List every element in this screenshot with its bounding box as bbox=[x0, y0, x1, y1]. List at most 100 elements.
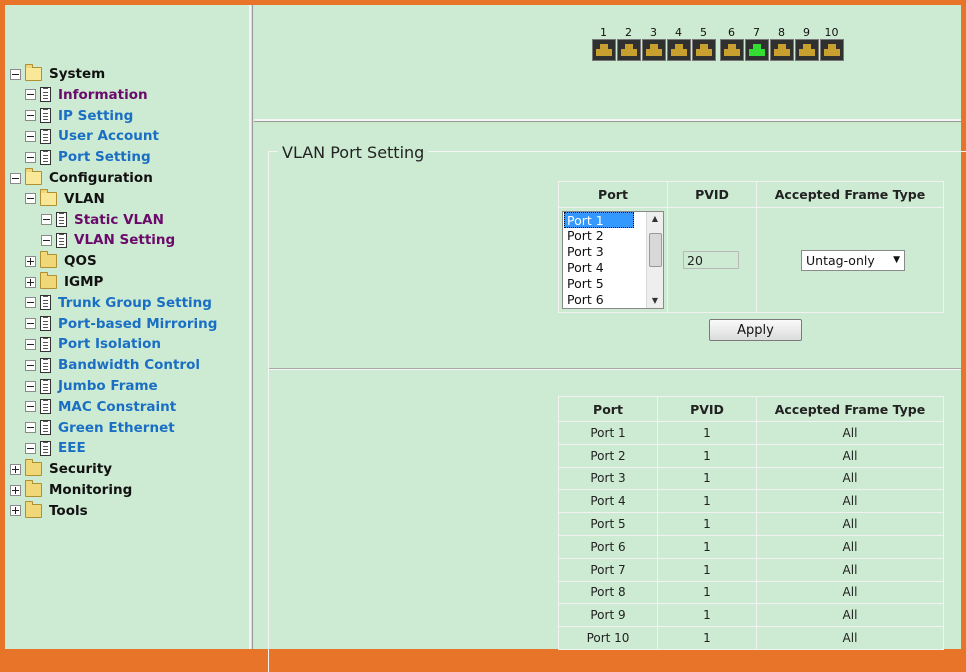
collapse-icon[interactable] bbox=[41, 214, 52, 226]
tree-item-label: Green Ethernet bbox=[58, 419, 175, 436]
cell-pvid: 1 bbox=[657, 512, 757, 536]
collapse-icon[interactable] bbox=[25, 318, 36, 330]
port-6-status: 6 bbox=[719, 26, 744, 61]
tree-item-configuration[interactable]: Configuration bbox=[10, 168, 153, 188]
port-listbox[interactable]: Port 1 Port 2 Port 3 Port 4 Port 5 Port 6 ▲ ▼ bbox=[562, 211, 664, 309]
port-5-status: 5 bbox=[691, 26, 716, 61]
expand-icon[interactable] bbox=[25, 255, 36, 267]
tree-item-monitoring[interactable]: Monitoring bbox=[10, 480, 132, 500]
page-icon bbox=[40, 295, 51, 311]
collapse-icon[interactable] bbox=[25, 401, 36, 413]
tree-item-label: EEE bbox=[58, 440, 86, 457]
port-3-status: 3 bbox=[641, 26, 666, 61]
collapse-icon[interactable] bbox=[10, 68, 21, 80]
tree-item-label: VLAN Setting bbox=[74, 232, 176, 249]
tree-item-jumbo-frame[interactable]: Jumbo Frame bbox=[25, 376, 158, 396]
port-number-label: 5 bbox=[700, 26, 707, 39]
cell-port: Port 1 bbox=[558, 421, 658, 445]
collapse-icon[interactable] bbox=[25, 193, 36, 205]
tree-item-port-isolation[interactable]: Port Isolation bbox=[25, 334, 161, 354]
collapse-icon[interactable] bbox=[10, 172, 21, 184]
page-icon bbox=[40, 87, 51, 103]
port-10-status: 10 bbox=[819, 26, 844, 61]
scrollbar-thumb[interactable] bbox=[649, 233, 662, 267]
collapse-icon[interactable] bbox=[25, 380, 36, 392]
folder-icon bbox=[25, 480, 42, 497]
folder-icon bbox=[25, 500, 42, 518]
tree-item-eee[interactable]: EEE bbox=[25, 438, 86, 458]
tree-item-label: Security bbox=[49, 461, 113, 478]
tree-item-mac-constraint[interactable]: MAC Constraint bbox=[25, 397, 176, 417]
port-number-label: 2 bbox=[625, 26, 632, 39]
port-number-label: 8 bbox=[778, 26, 785, 39]
collapse-icon[interactable] bbox=[25, 110, 36, 122]
table-row: Port 8 1 All bbox=[558, 580, 944, 605]
collapse-icon[interactable] bbox=[25, 130, 36, 142]
collapse-icon[interactable] bbox=[25, 89, 36, 101]
cell-frame-type: All bbox=[756, 603, 944, 628]
tree-item-label: Configuration bbox=[49, 170, 153, 186]
pvid-input[interactable]: 20 bbox=[683, 251, 739, 269]
tree-item-vlan-setting[interactable]: VLAN Setting bbox=[41, 230, 175, 250]
tree-item-vlan[interactable]: VLAN bbox=[25, 188, 105, 209]
tree-item-label: IGMP bbox=[64, 274, 104, 290]
collapse-icon[interactable] bbox=[25, 297, 36, 309]
tree-item-label: Port-based Mirroring bbox=[58, 315, 218, 332]
collapse-icon[interactable] bbox=[25, 151, 36, 163]
tree-item-trunk-group-setting[interactable]: Trunk Group Setting bbox=[25, 293, 212, 313]
collapse-icon[interactable] bbox=[25, 442, 36, 454]
ethernet-port-active-icon bbox=[744, 39, 769, 61]
tree-item-port-based-mirroring[interactable]: Port-based Mirroring bbox=[25, 314, 217, 334]
tree-item-user-account[interactable]: User Account bbox=[25, 126, 159, 146]
ethernet-port-icon bbox=[666, 39, 691, 61]
frame-type-select[interactable]: Untag-only ▼ bbox=[801, 249, 905, 271]
page-icon bbox=[40, 357, 51, 373]
table-row: Port 9 1 All bbox=[558, 603, 944, 628]
table-row: Port 6 1 All bbox=[558, 534, 944, 559]
tree-item-information[interactable]: Information bbox=[25, 85, 148, 105]
col-header-frame-type: Accepted Frame Type bbox=[756, 396, 944, 422]
page-icon bbox=[56, 212, 67, 228]
page-icon bbox=[56, 232, 67, 248]
tree-item-igmp[interactable]: IGMP bbox=[25, 272, 103, 292]
listbox-scrollbar[interactable]: ▲ ▼ bbox=[646, 212, 663, 308]
tree-item-port-setting[interactable]: Port Setting bbox=[25, 147, 151, 167]
port-4-status: 4 bbox=[666, 26, 691, 61]
collapse-icon[interactable] bbox=[25, 359, 36, 371]
cell-port: Port 2 bbox=[558, 443, 658, 468]
collapse-icon[interactable] bbox=[25, 422, 36, 434]
expand-icon[interactable] bbox=[10, 505, 21, 517]
cell-frame-type: All bbox=[756, 466, 944, 491]
tree-item-label: VLAN bbox=[64, 190, 105, 207]
tree-item-label: Port Isolation bbox=[58, 336, 162, 353]
expand-icon[interactable] bbox=[10, 484, 21, 496]
cell-port: Port 9 bbox=[558, 603, 658, 628]
tree-item-ip-setting[interactable]: IP Setting bbox=[25, 106, 133, 126]
expand-icon[interactable] bbox=[25, 276, 36, 288]
cell-frame-type: All bbox=[756, 534, 944, 559]
tree-item-static-vlan[interactable]: Static VLAN bbox=[41, 210, 164, 230]
tree-item-system[interactable]: System bbox=[10, 64, 105, 84]
expand-icon[interactable] bbox=[10, 463, 21, 475]
scroll-down-arrow-icon[interactable]: ▼ bbox=[647, 294, 663, 308]
scroll-up-arrow-icon[interactable]: ▲ bbox=[647, 212, 663, 226]
page-icon bbox=[40, 399, 51, 415]
nav-tree: System Information IP Setting User Account P… bbox=[5, 5, 251, 649]
tree-item-qos[interactable]: QOS bbox=[25, 251, 97, 271]
tree-item-label: QOS bbox=[64, 253, 97, 270]
port-option[interactable]: Port 1 bbox=[564, 212, 634, 228]
tree-item-label: IP Setting bbox=[58, 107, 134, 124]
apply-button[interactable]: Apply bbox=[709, 319, 802, 341]
collapse-icon[interactable] bbox=[25, 338, 36, 350]
tree-item-security[interactable]: Security bbox=[10, 459, 112, 479]
folder-icon bbox=[25, 459, 42, 477]
tree-item-tools[interactable]: Tools bbox=[10, 500, 88, 521]
port-number-label: 1 bbox=[600, 26, 607, 39]
tree-item-label: Port Setting bbox=[58, 149, 151, 166]
tree-item-label: Information bbox=[58, 86, 148, 103]
tree-item-bandwidth-control[interactable]: Bandwidth Control bbox=[25, 355, 200, 375]
collapse-icon[interactable] bbox=[41, 234, 52, 246]
cell-pvid: 1 bbox=[657, 421, 757, 445]
folder-open-icon bbox=[40, 188, 57, 206]
tree-item-green-ethernet[interactable]: Green Ethernet bbox=[25, 418, 175, 438]
